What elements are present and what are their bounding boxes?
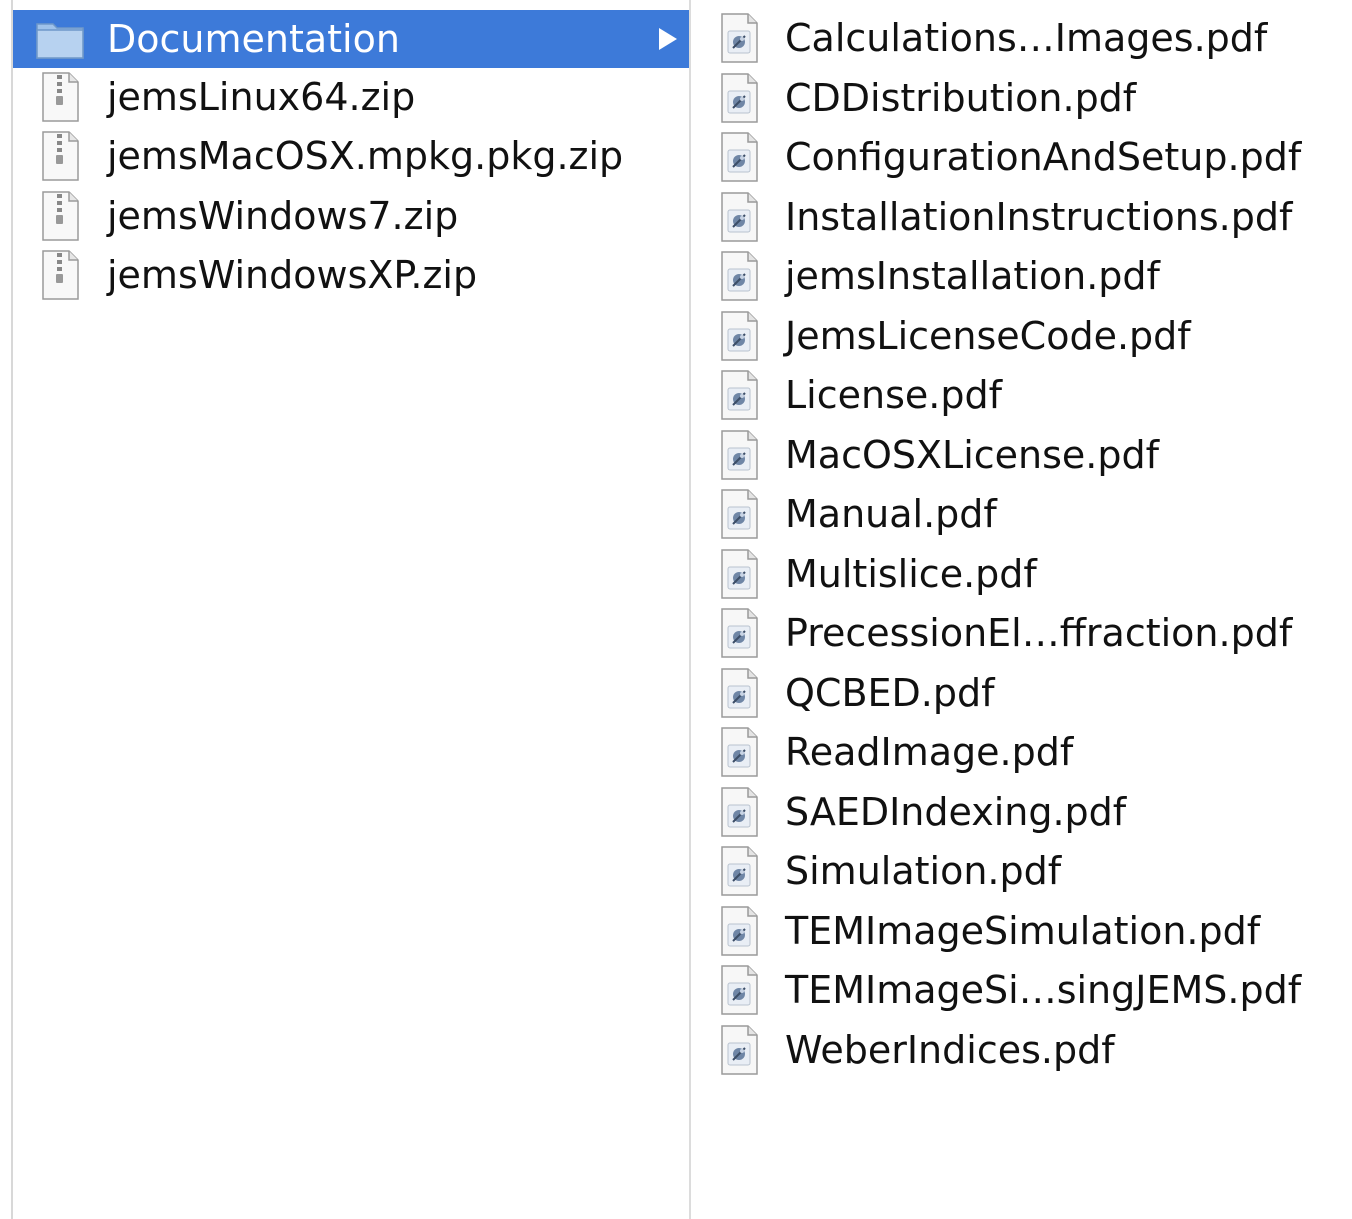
pdf-file-icon [717, 487, 761, 541]
pdf-file-icon [717, 71, 761, 125]
list-item-label: Documentation [107, 17, 400, 61]
list-item-pdf[interactable]: CDDistribution.pdf [691, 69, 1352, 127]
list-item-label: JemsLicenseCode.pdf [785, 313, 1191, 358]
pdf-file-icon [717, 190, 761, 244]
pdf-file-icon [717, 368, 761, 422]
list-item-label: jemsWindowsXP.zip [107, 253, 478, 297]
list-item-label: ConfigurationAndSetup.pdf [785, 135, 1302, 179]
list-item-label: SAEDIndexing.pdf [785, 789, 1127, 834]
pdf-file-icon [717, 428, 761, 482]
list-item-pdf[interactable]: SAEDIndexing.pdf [691, 783, 1352, 841]
folder-icon [35, 14, 85, 64]
pdf-file-icon [717, 1023, 761, 1077]
list-item-file[interactable]: jemsWindows7.zip [13, 187, 689, 245]
pdf-file-icon [717, 666, 761, 720]
pdf-file-icon [717, 11, 761, 65]
list-item-label: CDDistribution.pdf [785, 75, 1137, 120]
list-item-pdf[interactable]: TEMImageSi…singJEMS.pdf [691, 961, 1352, 1019]
list-item-label: jemsLinux64.zip [107, 75, 416, 119]
pdf-file-icon [717, 904, 761, 958]
list-item-label: jemsMacOSX.mpkg.pkg.zip [107, 134, 624, 178]
list-item-pdf[interactable]: License.pdf [691, 366, 1352, 424]
list-item-label: Calculations…Images.pdf [785, 16, 1268, 60]
list-item-label: License.pdf [785, 373, 1002, 417]
pdf-file-icon [717, 725, 761, 779]
list-item-pdf[interactable]: InstallationInstructions.pdf [691, 188, 1352, 246]
list-item-label: WeberIndices.pdf [785, 1027, 1115, 1072]
pdf-file-icon [717, 130, 761, 184]
list-item-label: MacOSXLicense.pdf [785, 432, 1159, 477]
list-item-label: ReadImage.pdf [785, 730, 1074, 774]
zip-file-icon [35, 72, 85, 122]
list-item-label: QCBED.pdf [785, 670, 995, 715]
list-item-label: jemsWindows7.zip [107, 194, 459, 238]
pdf-file-icon [717, 249, 761, 303]
list-item-pdf[interactable]: WeberIndices.pdf [691, 1021, 1352, 1079]
finder-column-browser: Documentation jemsLinux64.zip jemsMacOSX… [0, 0, 1352, 1219]
zip-file-icon [35, 191, 85, 241]
list-item-pdf[interactable]: JemsLicenseCode.pdf [691, 307, 1352, 365]
list-item-pdf[interactable]: TEMImageSimulation.pdf [691, 902, 1352, 960]
list-item-label: InstallationInstructions.pdf [785, 194, 1293, 239]
folder-column: Documentation jemsLinux64.zip jemsMacOSX… [13, 0, 689, 1219]
list-item-label: Manual.pdf [785, 492, 997, 536]
list-item-label: TEMImageSimulation.pdf [785, 908, 1261, 953]
list-item-pdf[interactable]: ReadImage.pdf [691, 723, 1352, 781]
zip-file-icon [35, 131, 85, 181]
list-item-pdf[interactable]: Calculations…Images.pdf [691, 9, 1352, 67]
list-item-pdf[interactable]: ConfigurationAndSetup.pdf [691, 128, 1352, 186]
pdf-file-icon [717, 309, 761, 363]
list-item-label: Multislice.pdf [785, 551, 1037, 596]
list-item-pdf[interactable]: MacOSXLicense.pdf [691, 426, 1352, 484]
list-item-label: PrecessionEl…ffraction.pdf [785, 611, 1293, 655]
list-item-file[interactable]: jemsWindowsXP.zip [13, 246, 689, 304]
pdf-file-icon [717, 844, 761, 898]
list-item-pdf[interactable]: Multislice.pdf [691, 545, 1352, 603]
list-item-pdf[interactable]: QCBED.pdf [691, 664, 1352, 722]
pdf-file-icon [717, 785, 761, 839]
list-item-pdf[interactable]: PrecessionEl…ffraction.pdf [691, 604, 1352, 662]
list-item-label: TEMImageSi…singJEMS.pdf [785, 968, 1302, 1012]
list-item-file[interactable]: jemsMacOSX.mpkg.pkg.zip [13, 127, 689, 185]
list-item-pdf[interactable]: Manual.pdf [691, 485, 1352, 543]
list-item-documentation-folder[interactable]: Documentation [13, 10, 689, 68]
list-item-label: Simulation.pdf [785, 849, 1062, 893]
list-item-file[interactable]: jemsLinux64.zip [13, 68, 689, 126]
pdf-file-icon [717, 606, 761, 660]
list-item-label: jemsInstallation.pdf [785, 254, 1160, 298]
pdf-file-icon [717, 547, 761, 601]
list-item-pdf[interactable]: jemsInstallation.pdf [691, 247, 1352, 305]
chevron-right-icon [659, 28, 677, 50]
list-item-pdf[interactable]: Simulation.pdf [691, 842, 1352, 900]
pdf-file-icon [717, 963, 761, 1017]
documentation-column: Calculations…Images.pdf CDDistribution.pd… [691, 0, 1352, 1219]
zip-file-icon [35, 250, 85, 300]
